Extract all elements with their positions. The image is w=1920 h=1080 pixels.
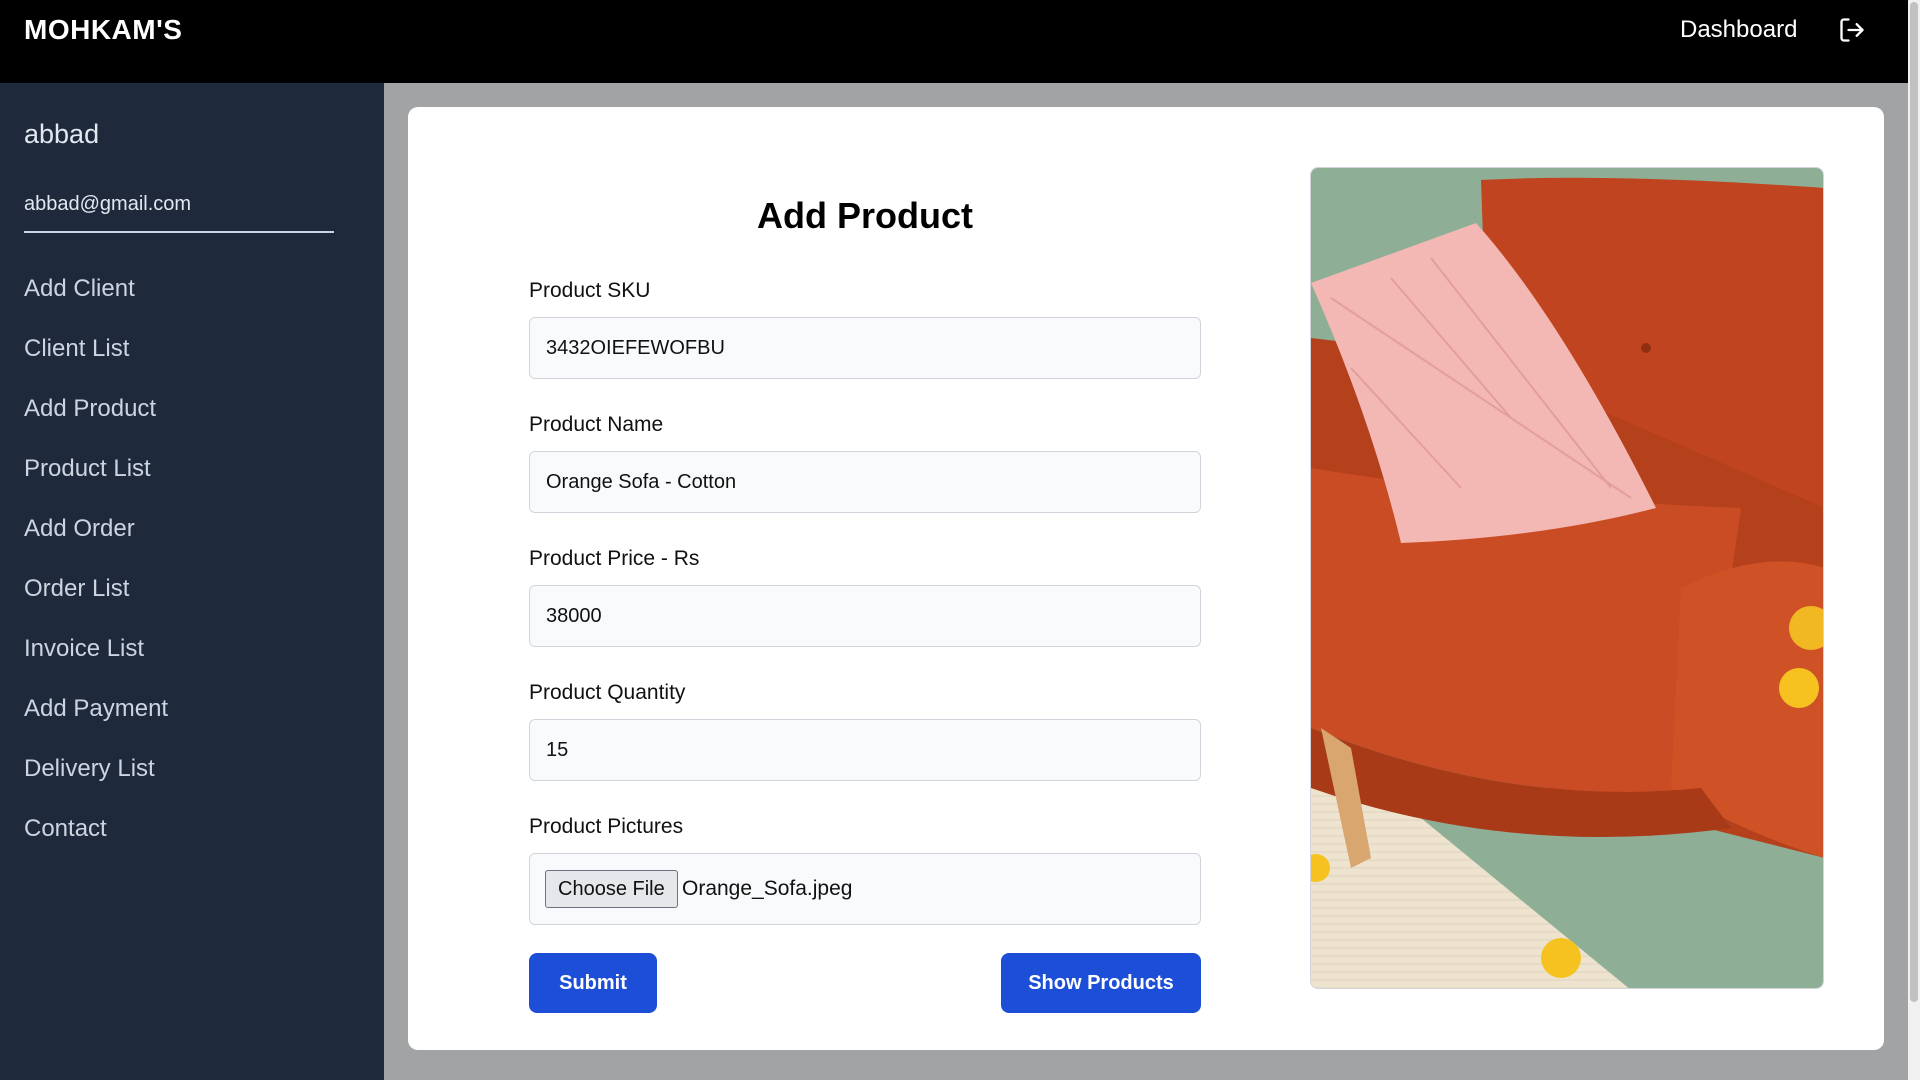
add-product-card: Add Product Product SKU Product Name Pro… <box>408 107 1884 1050</box>
scrollbar-thumb[interactable] <box>1910 2 1918 1002</box>
sidebar-item-order-list[interactable]: Order List <box>24 575 168 635</box>
sidebar-item-add-payment[interactable]: Add Payment <box>24 695 168 755</box>
sidebar-item-delivery-list[interactable]: Delivery List <box>24 755 168 815</box>
selected-file-name: Orange_Sofa.jpeg <box>682 877 853 900</box>
sidebar-divider <box>24 231 334 233</box>
brand-logo[interactable]: MOHKAM'S <box>24 14 182 46</box>
product-name-input[interactable] <box>529 451 1201 513</box>
price-label: Product Price - Rs <box>529 547 700 570</box>
page-scrollbar[interactable] <box>1908 0 1920 1080</box>
sidebar-item-client-list[interactable]: Client List <box>24 335 168 395</box>
main-content: Add Product Product SKU Product Name Pro… <box>384 83 1908 1080</box>
quantity-label: Product Quantity <box>529 681 686 704</box>
sidebar-item-product-list[interactable]: Product List <box>24 455 168 515</box>
file-input[interactable]: Choose File Orange_Sofa.jpeg <box>529 853 1201 925</box>
user-email: abbad@gmail.com <box>24 193 192 215</box>
product-name-label: Product Name <box>529 413 664 436</box>
logout-icon[interactable] <box>1838 16 1866 44</box>
sku-label: Product SKU <box>529 279 651 302</box>
sidebar-item-add-order[interactable]: Add Order <box>24 515 168 575</box>
show-products-button[interactable]: Show Products <box>1001 953 1201 1013</box>
sidebar-item-add-client[interactable]: Add Client <box>24 275 168 335</box>
sidebar-nav: Add Client Client List Add Product Produ… <box>24 275 168 875</box>
price-input[interactable] <box>529 585 1201 647</box>
sidebar: abbad abbad@gmail.com Add Client Client … <box>0 83 384 1080</box>
pictures-label: Product Pictures <box>529 815 684 838</box>
sofa-illustration <box>1311 168 1823 988</box>
choose-file-button[interactable]: Choose File <box>545 870 678 908</box>
dashboard-link[interactable]: Dashboard <box>1680 16 1797 44</box>
submit-button[interactable]: Submit <box>529 953 657 1013</box>
sidebar-item-contact[interactable]: Contact <box>24 815 168 875</box>
page-title: Add Product <box>757 195 973 236</box>
top-navbar: MOHKAM'S Dashboard <box>0 0 1908 83</box>
sku-input[interactable] <box>529 317 1201 379</box>
quantity-input[interactable] <box>529 719 1201 781</box>
user-name: abbad <box>24 119 100 149</box>
sidebar-item-add-product[interactable]: Add Product <box>24 395 168 455</box>
product-image <box>1310 167 1824 989</box>
sidebar-item-invoice-list[interactable]: Invoice List <box>24 635 168 695</box>
